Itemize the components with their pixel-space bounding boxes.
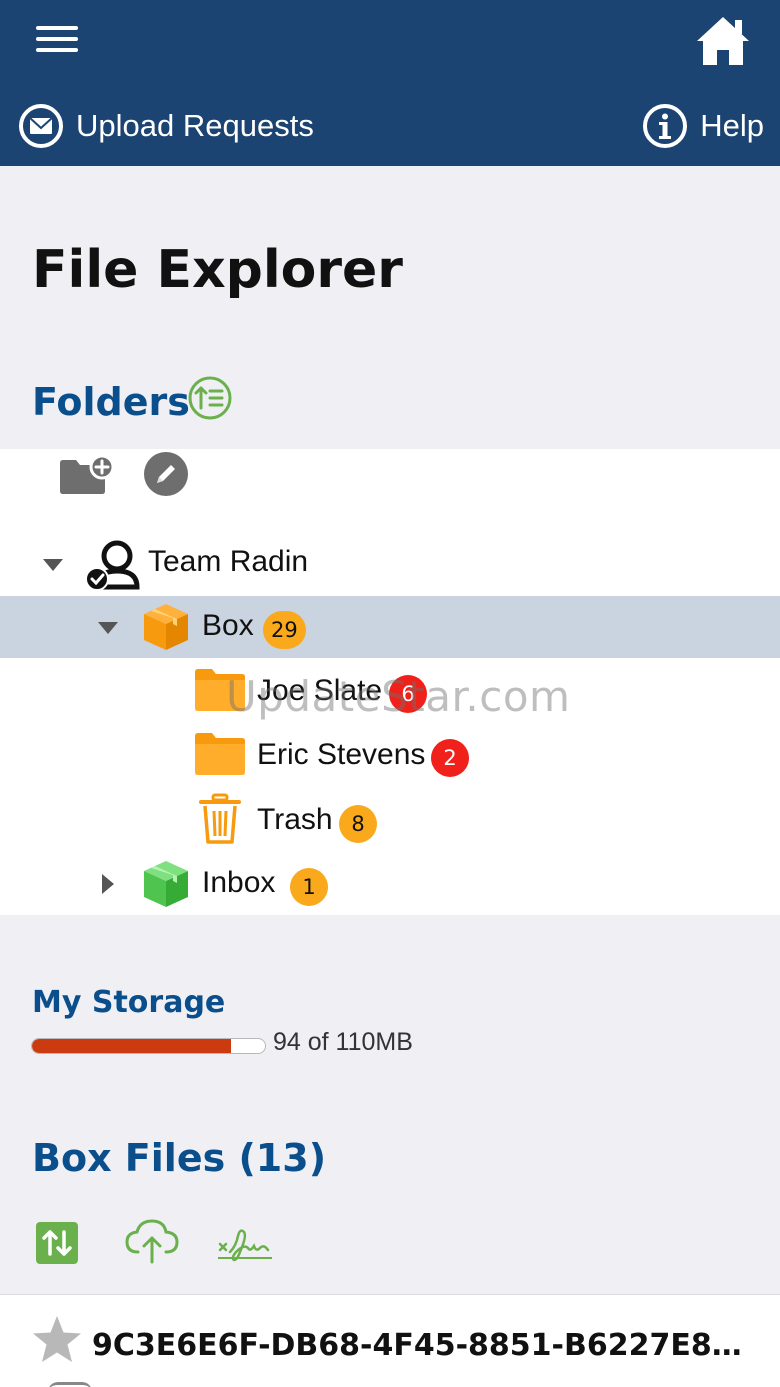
storage-usage-text: 94 of 110MB <box>273 1028 413 1056</box>
upload-requests-label: Upload Requests <box>76 108 314 143</box>
storage-progress-bar <box>31 1038 266 1054</box>
tree-row-inbox[interactable]: Inbox 1 <box>0 853 780 915</box>
top-bar: Upload Requests Help <box>0 0 780 166</box>
folder-icon <box>195 669 245 711</box>
box-files-heading: Box Files (13) <box>32 1136 327 1180</box>
folder-icon <box>195 733 245 775</box>
inbox-box-icon <box>144 861 188 907</box>
trash-icon <box>199 793 241 844</box>
tree-label-box: Box <box>202 609 254 642</box>
chevron-down-icon[interactable] <box>93 612 123 642</box>
tree-row-trash[interactable]: Trash 8 <box>0 790 780 852</box>
team-icon <box>85 540 140 591</box>
signature-icon[interactable] <box>216 1222 274 1266</box>
envelope-icon <box>19 104 63 148</box>
count-badge: 2 <box>431 739 469 777</box>
tree-label-inbox: Inbox <box>202 866 276 899</box>
next-row-icon <box>48 1382 92 1387</box>
tree-row-team[interactable]: Team Radin <box>0 533 780 595</box>
pencil-icon[interactable] <box>143 451 189 497</box>
storage-progress-fill <box>32 1039 232 1053</box>
sort-icon[interactable] <box>36 1222 78 1264</box>
count-badge: 6 <box>389 675 427 713</box>
folders-heading: Folders <box>32 380 190 424</box>
info-icon <box>643 104 688 148</box>
tree-label-team: Team Radin <box>148 545 309 578</box>
tree-label-trash: Trash <box>257 803 333 836</box>
home-icon[interactable] <box>694 14 752 68</box>
tree-label-eric: Eric Stevens <box>257 738 426 771</box>
file-name[interactable]: 9C3E6E6F-DB68-4F45-8851-B6227E897133.jpe… <box>92 1328 752 1363</box>
chevron-right-icon[interactable] <box>92 869 122 899</box>
count-badge: 29 <box>263 611 306 649</box>
tree-row-box[interactable]: Box 29 <box>0 596 780 658</box>
tree-label-joe: Joe Slate <box>257 674 383 707</box>
chevron-down-icon[interactable] <box>38 549 68 579</box>
upload-requests-button[interactable]: Upload Requests <box>18 100 314 152</box>
help-label: Help <box>700 108 764 143</box>
new-folder-icon[interactable] <box>58 455 116 497</box>
page-title: File Explorer <box>32 240 403 300</box>
count-badge: 8 <box>339 805 377 843</box>
collapse-tree-icon[interactable] <box>187 375 233 421</box>
tree-row-eric[interactable]: Eric Stevens 2 <box>0 724 780 786</box>
tree-row-joe[interactable]: Joe Slate 6 <box>0 660 780 722</box>
star-icon[interactable] <box>30 1314 84 1366</box>
help-button[interactable]: Help <box>642 100 764 152</box>
cloud-upload-icon[interactable] <box>124 1218 180 1264</box>
box-icon <box>144 604 188 650</box>
storage-heading: My Storage <box>32 985 226 1020</box>
count-badge: 1 <box>290 868 328 906</box>
menu-icon[interactable] <box>36 26 78 56</box>
